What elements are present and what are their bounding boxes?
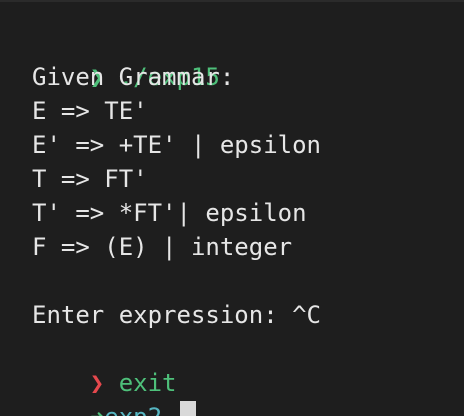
output-line: T => FT' — [32, 165, 148, 193]
input-prompt-line: Enter expression: ^C — [32, 301, 321, 329]
output-line: E => TE' — [32, 97, 148, 125]
output-line: T' => *FT'| epsilon — [32, 199, 307, 227]
command-line-1: ❯ ./exp15 — [32, 26, 464, 91]
prompt-chevron-icon: ❯ — [89, 369, 105, 397]
command-text: exit — [118, 369, 177, 397]
directory-name: exp2 — [104, 403, 162, 416]
text-cursor — [180, 401, 197, 416]
output-line: E' => +TE' | epsilon — [32, 131, 321, 159]
command-line-2: ❯ exit — [32, 332, 464, 397]
output-line: F => (E) | integer — [32, 233, 293, 261]
output-line: Given Grammar: — [32, 63, 235, 91]
arrow-icon: ➜ — [90, 403, 104, 416]
terminal-window[interactable]: ❯ ./exp15 Given Grammar: E => TE' E' => … — [0, 0, 464, 416]
